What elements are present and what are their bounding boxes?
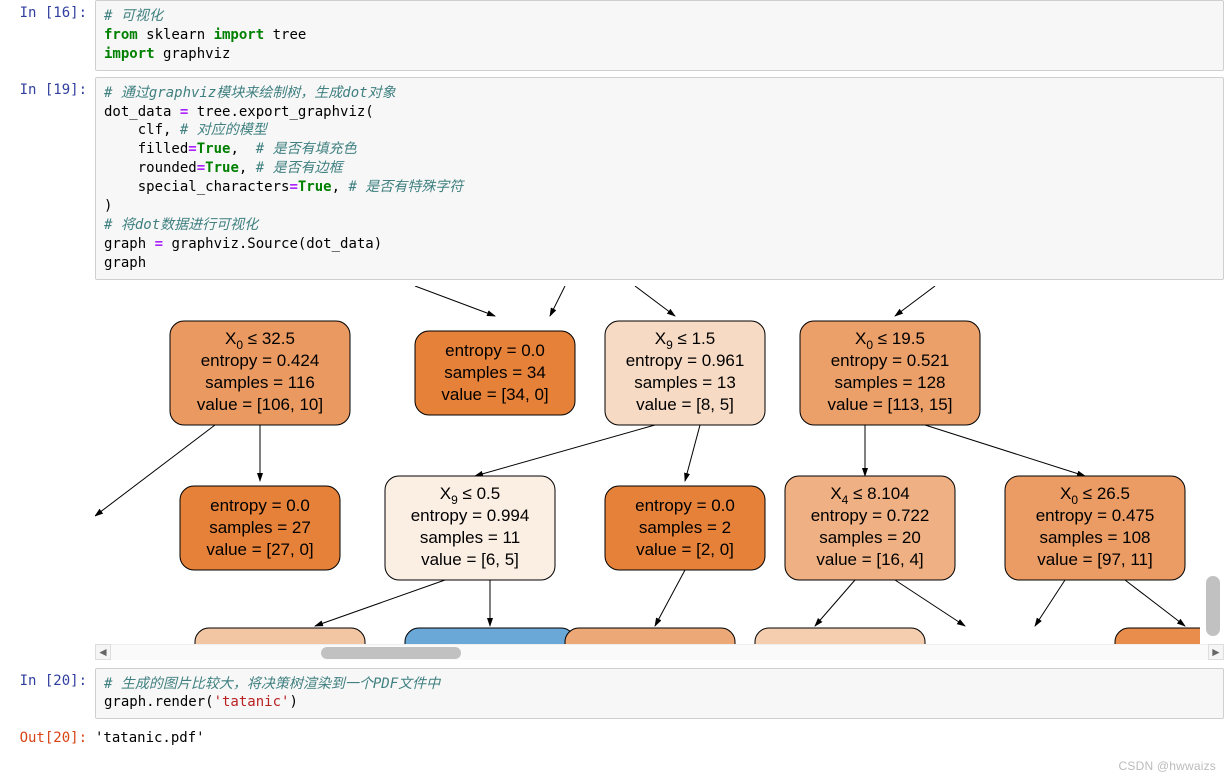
svg-text:samples = 108: samples = 108	[1039, 528, 1150, 547]
svg-text:samples = 116: samples = 116	[205, 373, 315, 392]
tree-node: X4 ≤ 8.104 entropy = 0.722 samples = 20 …	[785, 476, 955, 580]
decision-tree-svg: X0 ≤ 32.5 entropy = 0.424 samples = 116 …	[95, 286, 1200, 646]
tree-node: entropy = 0.0 samples = 27 value = [27, …	[180, 486, 340, 570]
output-text-20: 'tatanic.pdf'	[95, 725, 1230, 746]
code-input-19[interactable]: # 通过graphviz模块来绘制树，生成dot对象 dot_data = tr…	[95, 77, 1224, 280]
svg-text:samples = 11: samples = 11	[420, 528, 520, 547]
svg-text:value = [16, 4]: value = [16, 4]	[816, 550, 923, 569]
svg-text:entropy = 0.722: entropy = 0.722	[811, 506, 930, 525]
prompt-out-20: Out[20]:	[0, 725, 95, 746]
scroll-left-icon[interactable]: ◄	[95, 644, 111, 660]
cell-in-19: In [19]: # 通过graphviz模块来绘制树，生成dot对象 dot_…	[0, 77, 1230, 280]
prompt-in-20: In [20]:	[0, 668, 95, 720]
svg-text:entropy = 0.961: entropy = 0.961	[626, 351, 745, 370]
svg-text:value = [34, 0]: value = [34, 0]	[441, 385, 548, 404]
svg-text:value = [8, 5]: value = [8, 5]	[636, 395, 734, 414]
svg-text:entropy = 0.475: entropy = 0.475	[1036, 506, 1155, 525]
svg-text:value = [27, 0]: value = [27, 0]	[206, 540, 313, 559]
svg-text:samples = 128: samples = 128	[834, 373, 945, 392]
code-input-16[interactable]: # 可视化 from sklearn import tree import gr…	[95, 0, 1224, 71]
svg-text:value = [2, 0]: value = [2, 0]	[636, 540, 734, 559]
prompt-in-16: In [16]:	[0, 0, 95, 71]
code-input-20[interactable]: # 生成的图片比较大，将决策树渲染到一个PDF文件中 graph.render(…	[95, 668, 1224, 720]
svg-text:value = [6, 5]: value = [6, 5]	[421, 550, 519, 569]
svg-text:entropy = 0.994: entropy = 0.994	[411, 506, 530, 525]
tree-node: entropy = 0.0 samples = 2 value = [2, 0]	[605, 486, 765, 570]
output-graphviz-19: X0 ≤ 32.5 entropy = 0.424 samples = 116 …	[95, 286, 1224, 660]
tree-node: X9 ≤ 0.5 entropy = 0.994 samples = 11 va…	[385, 476, 555, 580]
scrollbar-thumb[interactable]	[321, 647, 461, 659]
svg-text:entropy = 0.0: entropy = 0.0	[210, 496, 310, 515]
svg-text:entropy = 0.521: entropy = 0.521	[831, 351, 950, 370]
vertical-scrollbar[interactable]	[1206, 576, 1220, 656]
svg-text:value = [113, 15]: value = [113, 15]	[828, 395, 953, 414]
svg-text:entropy = 0.424: entropy = 0.424	[201, 351, 320, 370]
tree-node: X0 ≤ 19.5 entropy = 0.521 samples = 128 …	[800, 321, 980, 425]
svg-text:samples = 27: samples = 27	[209, 518, 311, 537]
tree-node: X9 ≤ 1.5 entropy = 0.961 samples = 13 va…	[605, 321, 765, 425]
tree-svg-viewport[interactable]: X0 ≤ 32.5 entropy = 0.424 samples = 116 …	[95, 286, 1200, 646]
cell-out-20: Out[20]: 'tatanic.pdf'	[0, 725, 1230, 746]
prompt-in-19: In [19]:	[0, 77, 95, 280]
svg-text:entropy = 0.0: entropy = 0.0	[635, 496, 735, 515]
notebook: In [16]: # 可视化 from sklearn import tree …	[0, 0, 1230, 746]
cell-in-16: In [16]: # 可视化 from sklearn import tree …	[0, 0, 1230, 71]
watermark: CSDN @hwwaizs	[1119, 759, 1216, 773]
svg-text:samples = 20: samples = 20	[819, 528, 921, 547]
svg-text:value = [97, 11]: value = [97, 11]	[1037, 550, 1152, 569]
svg-text:value = [106, 10]: value = [106, 10]	[197, 395, 323, 414]
tree-node: X0 ≤ 32.5 entropy = 0.424 samples = 116 …	[170, 321, 350, 425]
svg-text:samples = 2: samples = 2	[639, 518, 731, 537]
cell-in-20: In [20]: # 生成的图片比较大，将决策树渲染到一个PDF文件中 grap…	[0, 668, 1230, 720]
tree-node: X0 ≤ 26.5 entropy = 0.475 samples = 108 …	[1005, 476, 1185, 580]
svg-text:entropy = 0.0: entropy = 0.0	[445, 341, 545, 360]
svg-text:samples = 13: samples = 13	[634, 373, 736, 392]
horizontal-scrollbar[interactable]	[111, 644, 1208, 660]
svg-text:samples = 34: samples = 34	[444, 363, 546, 382]
scrollbar-thumb[interactable]	[1206, 576, 1220, 636]
tree-node: entropy = 0.0 samples = 34 value = [34, …	[415, 331, 575, 415]
